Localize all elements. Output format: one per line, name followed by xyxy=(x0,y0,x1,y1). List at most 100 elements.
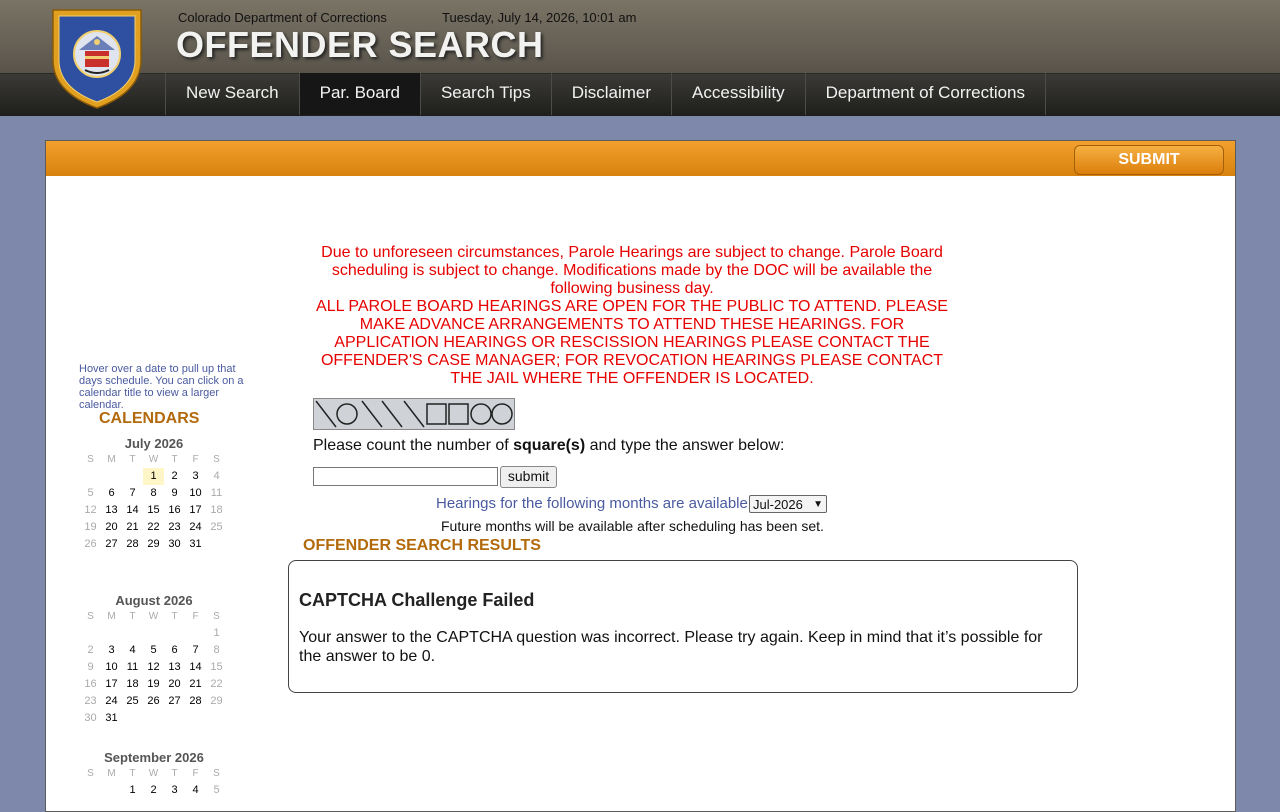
calendar-day[interactable]: 3 xyxy=(185,468,206,485)
calendar-week-row: 5 6 7 8 9 10 11 xyxy=(80,485,228,502)
calendar-day[interactable]: 9 xyxy=(164,485,185,502)
calendar-day[interactable]: 17 xyxy=(185,502,206,519)
calendar-day[interactable]: 10 xyxy=(185,485,206,502)
calendar-day[interactable]: 15 xyxy=(206,659,227,676)
nav-search-tips[interactable]: Search Tips xyxy=(419,73,551,115)
calendar-day[interactable]: 11 xyxy=(206,485,227,502)
future-months-note: Future months will be available after sc… xyxy=(441,518,824,534)
calendar-day[interactable]: 5 xyxy=(80,485,101,502)
calendar-day[interactable]: 1 xyxy=(206,625,227,642)
calendar-week-row: 16 17 18 19 20 21 22 xyxy=(80,676,228,693)
calendar-day[interactable]: 6 xyxy=(164,642,185,659)
calendar-day[interactable]: 1 xyxy=(143,468,164,485)
cdoc-seal-logo[interactable] xyxy=(49,4,145,110)
calendar-day[interactable]: 16 xyxy=(164,502,185,519)
calendar-empty-cell xyxy=(101,468,122,485)
submit-button[interactable]: SUBMIT xyxy=(1074,145,1224,175)
calendar-day[interactable]: 17 xyxy=(101,676,122,693)
calendar-day[interactable]: 21 xyxy=(185,676,206,693)
calendar-day[interactable]: 23 xyxy=(80,693,101,710)
calendar-day[interactable]: 2 xyxy=(164,468,185,485)
calendar-day[interactable]: 26 xyxy=(80,536,101,553)
calendar-day[interactable]: 10 xyxy=(101,659,122,676)
calendar-day[interactable]: 29 xyxy=(143,536,164,553)
captcha-prompt: Please count the number of square(s) and… xyxy=(313,437,784,455)
calendar-day[interactable]: 20 xyxy=(164,676,185,693)
calendar-empty-cell xyxy=(101,625,122,642)
calendar-day[interactable]: 19 xyxy=(80,519,101,536)
calendar-july: July 2026 S M T W T F S 1 2 3 4 5 6 7 8 9 10 11 12 13 14 15 16… xyxy=(80,435,228,553)
calendar-day[interactable]: 22 xyxy=(206,676,227,693)
calendar-day[interactable]: 28 xyxy=(122,536,143,553)
calendar-day[interactable]: 27 xyxy=(164,693,185,710)
results-box: CAPTCHA Challenge Failed Your answer to … xyxy=(288,560,1078,693)
calendar-day[interactable]: 3 xyxy=(101,642,122,659)
calendar-day[interactable]: 12 xyxy=(143,659,164,676)
nav-accessibility[interactable]: Accessibility xyxy=(671,73,805,115)
calendar-day[interactable]: 18 xyxy=(206,502,227,519)
calendar-day[interactable]: 4 xyxy=(185,782,206,799)
calendar-day[interactable]: 30 xyxy=(164,536,185,553)
calendar-day[interactable]: 29 xyxy=(206,693,227,710)
calendar-day[interactable]: 7 xyxy=(122,485,143,502)
calendar-day[interactable]: 2 xyxy=(143,782,164,799)
calendar-day[interactable]: 5 xyxy=(206,782,227,799)
calendar-day[interactable]: 14 xyxy=(185,659,206,676)
calendar-day[interactable]: 8 xyxy=(143,485,164,502)
nav-parole-board[interactable]: Par. Board xyxy=(298,73,420,115)
calendar-empty-cell xyxy=(101,782,122,799)
calendar-day[interactable]: 22 xyxy=(143,519,164,536)
calendar-day[interactable]: 28 xyxy=(185,693,206,710)
calendar-day[interactable]: 1 xyxy=(122,782,143,799)
calendar-day[interactable]: 16 xyxy=(80,676,101,693)
calendar-day[interactable]: 13 xyxy=(101,502,122,519)
calendar-day[interactable]: 3 xyxy=(164,782,185,799)
calendar-day[interactable]: 26 xyxy=(143,693,164,710)
calendar-day[interactable]: 23 xyxy=(164,519,185,536)
nav-disclaimer[interactable]: Disclaimer xyxy=(550,73,671,115)
calendar-weekday: T xyxy=(171,454,178,465)
calendar-day[interactable]: 12 xyxy=(80,502,101,519)
calendar-week-row: 9 10 11 12 13 14 15 xyxy=(80,659,228,676)
captcha-answer-input[interactable] xyxy=(313,467,498,486)
calendar-day[interactable]: 21 xyxy=(122,519,143,536)
calendar-day[interactable]: 14 xyxy=(122,502,143,519)
calendar-day[interactable]: 11 xyxy=(122,659,143,676)
hearing-month-select[interactable]: Jul-2026 ▼ xyxy=(749,495,827,513)
calendar-month-title[interactable]: August 2026 xyxy=(80,592,228,609)
calendar-day[interactable]: 30 xyxy=(80,710,101,727)
current-datetime: Tuesday, July 14, 2026, 10:01 am xyxy=(442,10,637,25)
error-message: Your answer to the CAPTCHA question was … xyxy=(299,629,1043,665)
calendar-empty-cell xyxy=(122,625,143,642)
calendar-day[interactable]: 2 xyxy=(80,642,101,659)
calendar-day[interactable]: 6 xyxy=(101,485,122,502)
calendar-empty-cell xyxy=(143,625,164,642)
calendar-month-title[interactable]: September 2026 xyxy=(80,749,228,766)
calendar-day[interactable]: 7 xyxy=(185,642,206,659)
nav-department-of-corrections[interactable]: Department of Corrections xyxy=(804,73,1047,115)
calendar-day[interactable]: 8 xyxy=(206,642,227,659)
calendar-day[interactable]: 31 xyxy=(185,536,206,553)
calendar-day[interactable]: 19 xyxy=(143,676,164,693)
captcha-submit-button[interactable]: submit xyxy=(500,466,557,488)
calendar-day[interactable]: 25 xyxy=(122,693,143,710)
calendar-day[interactable]: 24 xyxy=(185,519,206,536)
captcha-prompt-text: Please count the number of xyxy=(313,437,514,454)
calendar-day[interactable]: 15 xyxy=(143,502,164,519)
calendar-day[interactable]: 5 xyxy=(143,642,164,659)
page-title: OFFENDER SEARCH xyxy=(176,24,544,65)
calendar-empty-cell xyxy=(122,468,143,485)
calendar-day[interactable]: 24 xyxy=(101,693,122,710)
nav-new-search[interactable]: New Search xyxy=(165,73,299,115)
calendar-day[interactable]: 31 xyxy=(101,710,122,727)
calendar-day[interactable]: 27 xyxy=(101,536,122,553)
calendar-day[interactable]: 4 xyxy=(206,468,227,485)
site-header: Colorado Department of Corrections Tuesd… xyxy=(0,0,1280,116)
calendar-day[interactable]: 18 xyxy=(122,676,143,693)
calendar-day[interactable]: 4 xyxy=(122,642,143,659)
calendar-day[interactable]: 25 xyxy=(206,519,227,536)
calendar-month-title[interactable]: July 2026 xyxy=(80,435,228,452)
calendar-day[interactable]: 13 xyxy=(164,659,185,676)
calendar-day[interactable]: 9 xyxy=(80,659,101,676)
calendar-day[interactable]: 20 xyxy=(101,519,122,536)
